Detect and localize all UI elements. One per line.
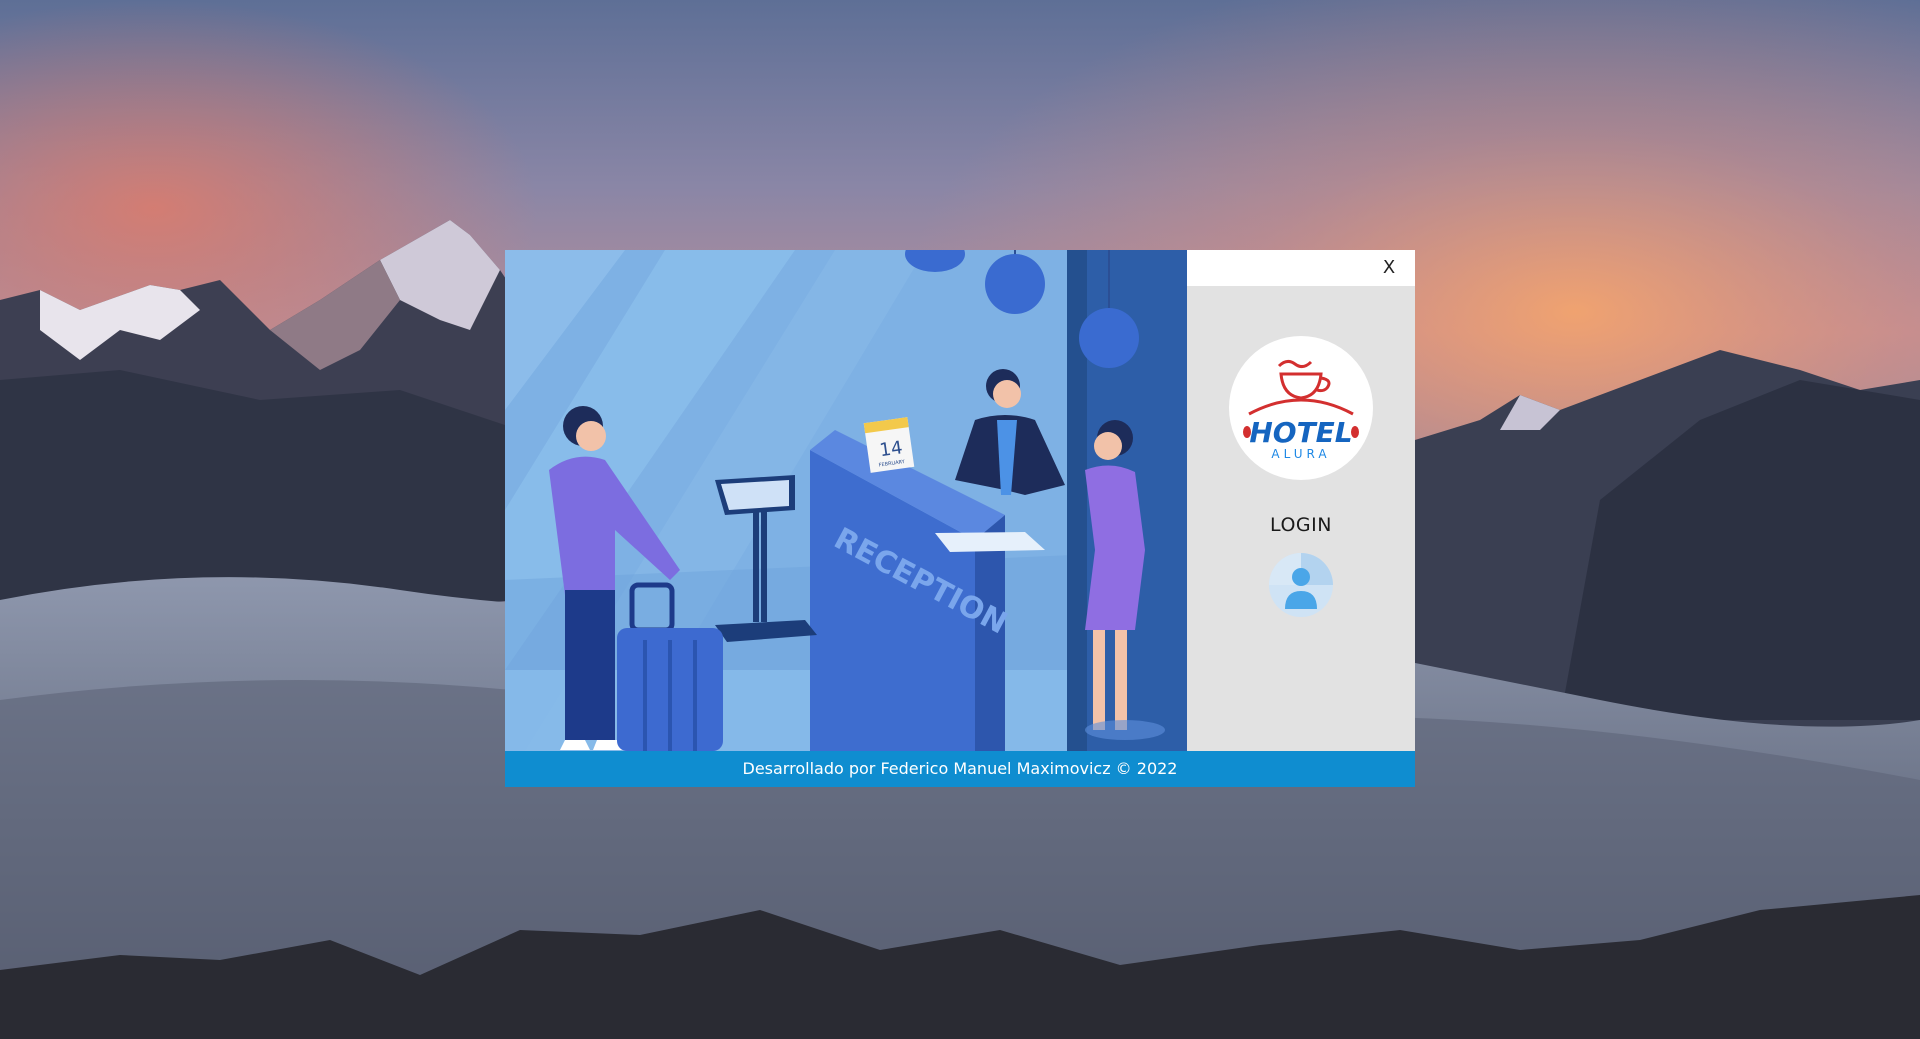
user-icon [1269, 553, 1333, 617]
calendar-day: 14 [878, 437, 904, 461]
login-label: LOGIN [1270, 514, 1332, 536]
close-button[interactable]: X [1377, 256, 1401, 280]
login-window: RECEPTION 14 FEBRUARY X HOTEL ALURA LOGI… [505, 250, 1415, 787]
logo-hotel-text: HOTEL [1249, 416, 1352, 449]
footer-credits: Desarrollado por Federico Manuel Maximov… [505, 751, 1415, 787]
hotel-alura-logo: HOTEL ALURA [1229, 336, 1373, 480]
logo-alura-text: ALURA [1271, 447, 1330, 461]
reception-illustration: RECEPTION 14 FEBRUARY [505, 250, 1187, 751]
title-bar: X [1187, 250, 1415, 286]
login-side-panel: X HOTEL ALURA LOGIN [1187, 250, 1415, 751]
login-button[interactable] [1269, 553, 1333, 617]
